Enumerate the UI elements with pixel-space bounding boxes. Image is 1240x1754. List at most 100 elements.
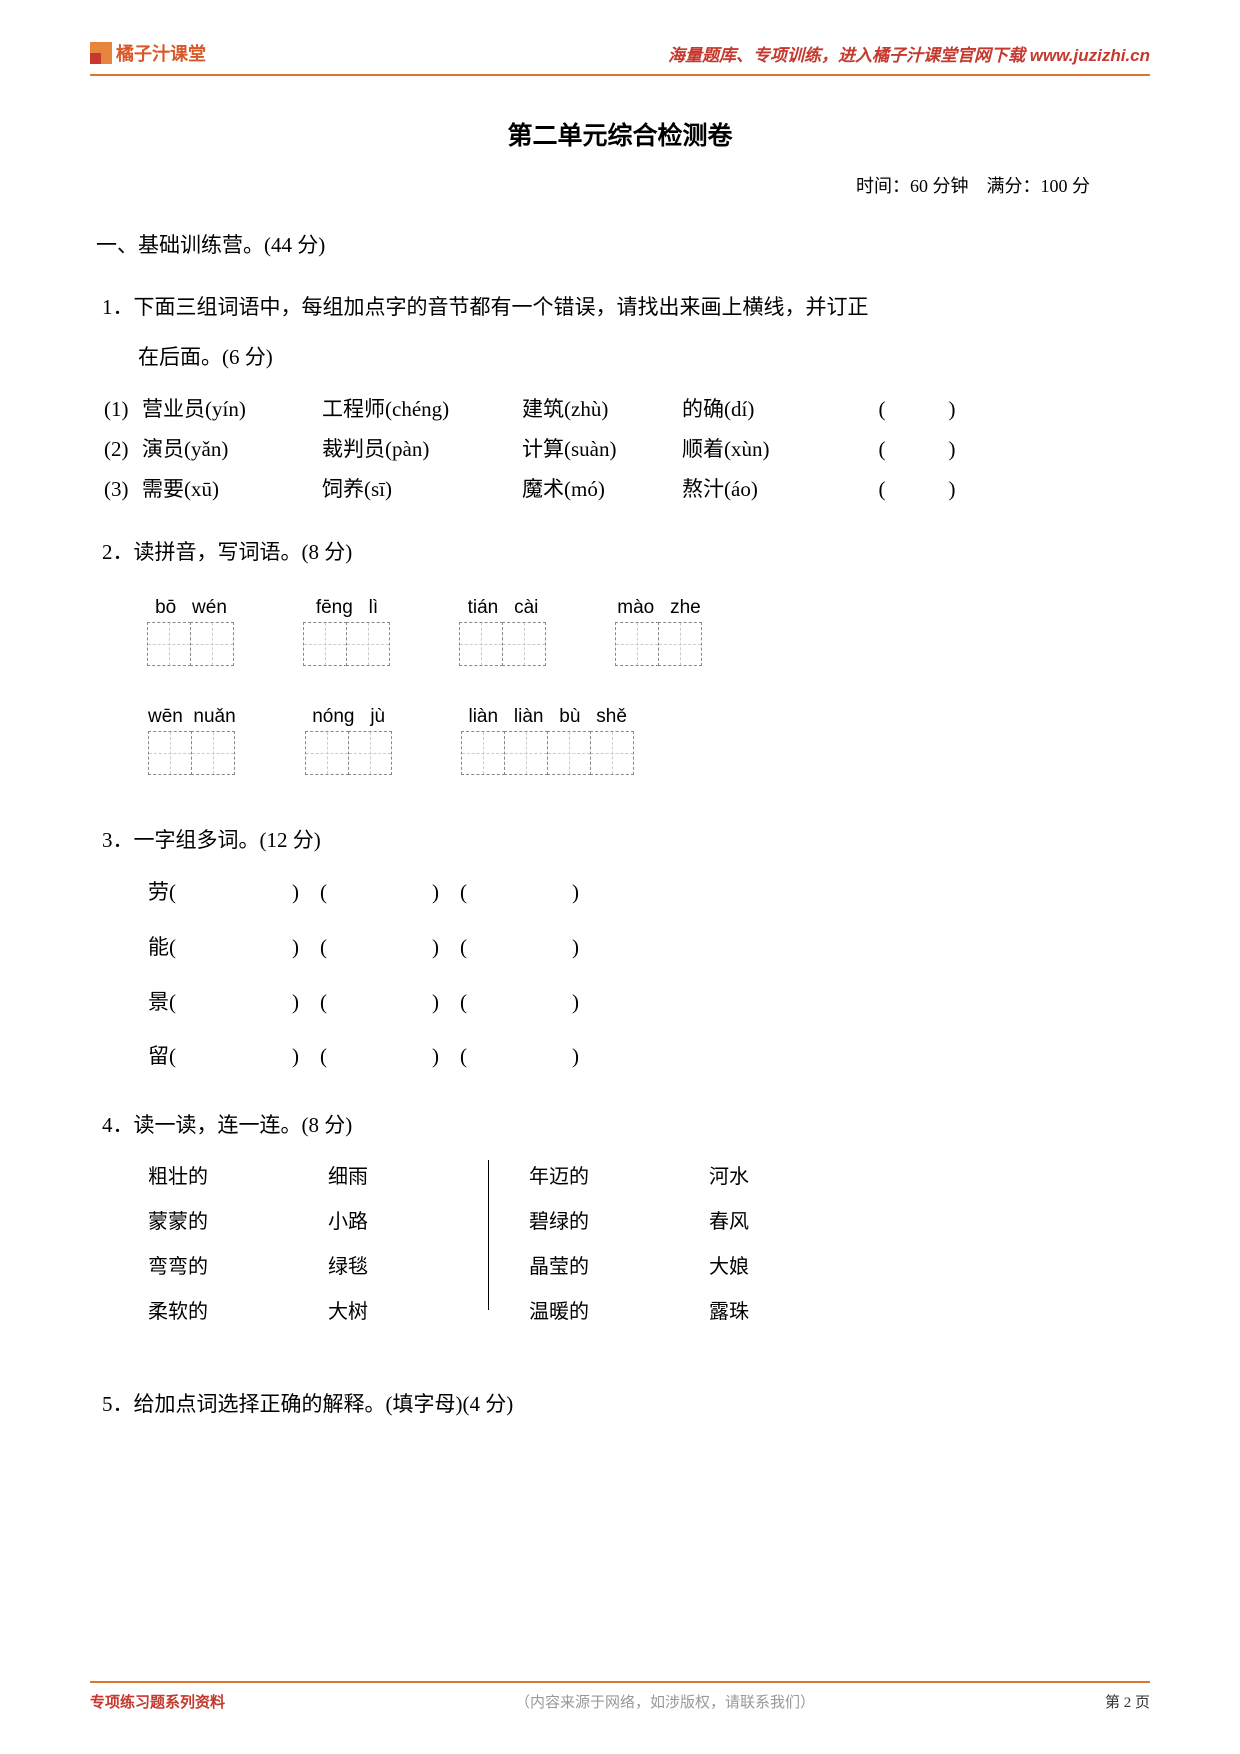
pinyin-item: bō wén	[148, 597, 234, 666]
word-cell: 裁判员(pàn)	[322, 433, 522, 463]
logo-text: 橘子汁课堂	[116, 40, 206, 66]
char-input-boxes[interactable]	[148, 622, 234, 666]
char-box[interactable]	[346, 622, 390, 666]
word-blank[interactable]: )	[488, 1029, 628, 1084]
char-input-boxes[interactable]	[149, 731, 235, 775]
char-input-boxes[interactable]	[462, 731, 634, 775]
word-blank[interactable]: ) (	[208, 865, 348, 920]
pinyin-item: tián cài	[460, 597, 546, 666]
match-right-item[interactable]: 大树	[328, 1295, 448, 1324]
question-1-stem-cont: 在后面。(6 分)	[90, 332, 1150, 382]
answer-blank[interactable]: ( )	[842, 433, 992, 463]
footer-disclaimer: （内容来源于网络，如涉版权，请联系我们）	[515, 1691, 815, 1712]
char-input-boxes[interactable]	[460, 622, 546, 666]
question-5-stem: 5．给加点词选择正确的解释。(填字母)(4 分)	[90, 1379, 1150, 1429]
multiword-row: 劳( ) ( ) ( )	[148, 865, 1150, 920]
match-left-item[interactable]: 粗壮的	[148, 1160, 328, 1189]
match-left-item[interactable]: 柔软的	[148, 1295, 328, 1324]
brand-logo: 橘子汁课堂	[90, 40, 206, 66]
word-cell: 需要(xū)	[142, 473, 322, 503]
pinyin-grid: bō wénfēng lìtián càimào zhe wēn nuǎnnón…	[90, 597, 1150, 775]
answer-blank[interactable]: ( )	[842, 393, 992, 423]
pinyin-item: nóng jù	[306, 706, 392, 775]
char-box[interactable]	[590, 731, 634, 775]
match-left-item[interactable]: 年迈的	[529, 1160, 709, 1189]
char-box[interactable]	[303, 622, 347, 666]
char-box[interactable]	[305, 731, 349, 775]
word-blank[interactable]: )	[488, 865, 628, 920]
word-cell: 演员(yǎn)	[142, 433, 322, 463]
q1-row-2: (2)演员(yǎn)裁判员(pàn)计算(suàn)顺着(xùn)( )	[90, 433, 1150, 463]
pinyin-label: tián cài	[468, 597, 539, 619]
match-right-item[interactable]: 河水	[709, 1160, 809, 1189]
char-input-boxes[interactable]	[306, 731, 392, 775]
row-label: (3)	[104, 477, 142, 502]
word-blank[interactable]: )	[488, 975, 628, 1030]
base-char: 景(	[148, 975, 208, 1030]
match-left-item[interactable]: 蒙蒙的	[148, 1205, 328, 1234]
word-cell: 营业员(yín)	[142, 393, 322, 423]
char-box[interactable]	[502, 622, 546, 666]
char-input-boxes[interactable]	[304, 622, 390, 666]
pinyin-label: nóng jù	[312, 706, 385, 728]
char-box[interactable]	[547, 731, 591, 775]
word-cell: 建筑(zhù)	[522, 393, 682, 423]
char-box[interactable]	[148, 731, 192, 775]
word-blank[interactable]: ) (	[348, 1029, 488, 1084]
char-box[interactable]	[190, 622, 234, 666]
word-blank[interactable]: ) (	[348, 920, 488, 975]
word-blank[interactable]: ) (	[208, 920, 348, 975]
q1-row-3: (3)需要(xū)饲养(sī)魔术(mó)熬汁(áo)( )	[90, 473, 1150, 503]
question-3-stem: 3．一字组多词。(12 分)	[90, 815, 1150, 865]
q1-row-1: (1)营业员(yín)工程师(chéng)建筑(zhù)的确(dí)( )	[90, 393, 1150, 423]
match-left-item[interactable]: 晶莹的	[529, 1250, 709, 1279]
word-blank[interactable]: ) (	[348, 865, 488, 920]
multiword-row: 能( ) ( ) ( )	[148, 920, 1150, 975]
match-left-item[interactable]: 温暖的	[529, 1295, 709, 1324]
answer-blank[interactable]: ( )	[842, 473, 992, 503]
match-left-item[interactable]: 碧绿的	[529, 1205, 709, 1234]
question-1-stem: 1．下面三组词语中，每组加点字的音节都有一个错误，请找出来画上横线，并订正	[90, 282, 1150, 332]
char-box[interactable]	[348, 731, 392, 775]
char-box[interactable]	[461, 731, 505, 775]
pinyin-item: mào zhe	[616, 597, 702, 666]
row-label: (1)	[104, 397, 142, 422]
pinyin-label: liàn liàn bù shě	[468, 706, 626, 728]
char-box[interactable]	[191, 731, 235, 775]
word-blank[interactable]: )	[488, 920, 628, 975]
word-cell: 工程师(chéng)	[322, 393, 522, 423]
page-title: 第二单元综合检测卷	[90, 116, 1150, 152]
row-label: (2)	[104, 437, 142, 462]
match-right-item[interactable]: 大娘	[709, 1250, 809, 1279]
pinyin-label: bō wén	[155, 597, 227, 619]
match-right-item[interactable]: 细雨	[328, 1160, 448, 1189]
char-box[interactable]	[658, 622, 702, 666]
match-right-item[interactable]: 露珠	[709, 1295, 809, 1324]
char-input-boxes[interactable]	[616, 622, 702, 666]
footer-series: 专项练习题系列资料	[90, 1691, 225, 1712]
page-header: 橘子汁课堂 海量题库、专项训练，进入橘子汁课堂官网下载 www.juzizhi.…	[90, 40, 1150, 76]
word-cell: 魔术(mó)	[522, 473, 682, 503]
word-blank[interactable]: ) (	[208, 975, 348, 1030]
word-cell: 熬汁(áo)	[682, 473, 842, 503]
pinyin-label: wēn nuǎn	[148, 706, 236, 728]
pinyin-item: wēn nuǎn	[148, 706, 236, 775]
word-blank[interactable]: ) (	[208, 1029, 348, 1084]
question-3-body: 劳( ) ( ) ( )能( ) ( ) ( )景( ) ( ) ( ) 留( )…	[90, 865, 1150, 1083]
match-right-item[interactable]: 绿毯	[328, 1250, 448, 1279]
word-cell: 的确(dí)	[682, 393, 842, 423]
char-box[interactable]	[504, 731, 548, 775]
section-heading-1: 一、基础训练营。(44 分)	[90, 226, 1150, 266]
char-box[interactable]	[615, 622, 659, 666]
match-left-item[interactable]: 弯弯的	[148, 1250, 328, 1279]
base-char: 留(	[148, 1029, 208, 1084]
match-right-item[interactable]: 小路	[328, 1205, 448, 1234]
word-cell: 饲养(sī)	[322, 473, 522, 503]
word-blank[interactable]: ) (	[348, 975, 488, 1030]
char-box[interactable]	[147, 622, 191, 666]
char-box[interactable]	[459, 622, 503, 666]
word-cell: 计算(suàn)	[522, 433, 682, 463]
word-cell: 顺着(xùn)	[682, 433, 842, 463]
pinyin-item: liàn liàn bù shě	[462, 706, 634, 775]
match-right-item[interactable]: 春风	[709, 1205, 809, 1234]
